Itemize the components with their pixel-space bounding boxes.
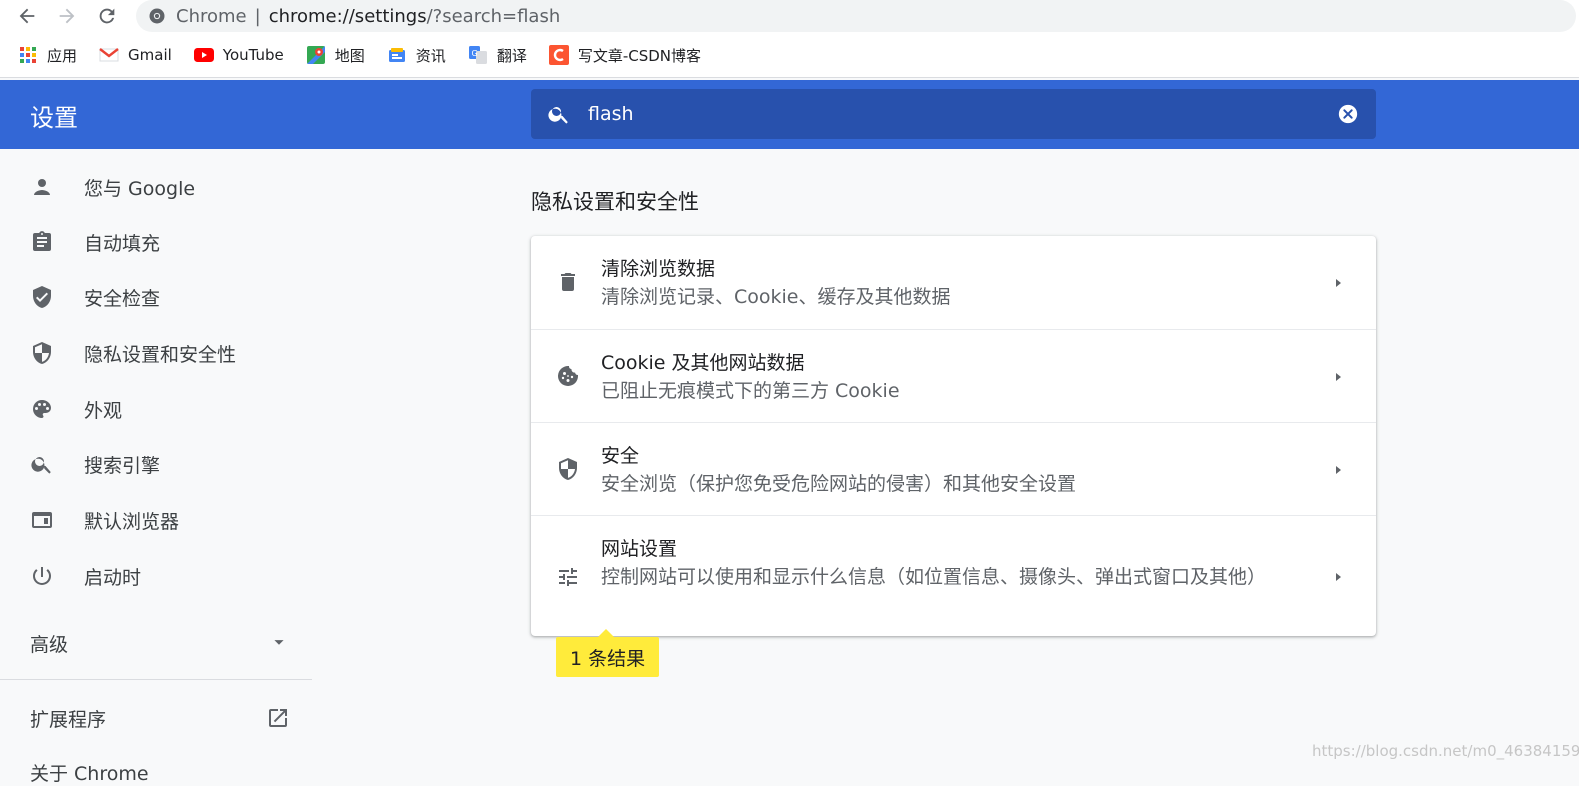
clear-search-icon[interactable] xyxy=(1337,103,1359,125)
sidebar-item-appearance[interactable]: 外观 xyxy=(0,384,312,434)
reload-button[interactable] xyxy=(94,4,120,28)
sidebar-item-label: 安全检查 xyxy=(84,287,161,310)
settings-search-box[interactable] xyxy=(531,89,1376,139)
shield-check-icon xyxy=(33,286,51,308)
settings-search-input[interactable] xyxy=(588,103,1337,125)
search-result-badge: 1 条结果 xyxy=(556,629,660,677)
bookmark-news[interactable]: 资讯 xyxy=(387,45,446,66)
sidebar-item-label: 默认浏览器 xyxy=(84,510,180,533)
caret-down-icon xyxy=(274,640,284,645)
youtube-icon xyxy=(193,45,214,65)
translate-icon: G xyxy=(468,45,488,65)
chevron-right-icon xyxy=(1336,279,1341,287)
power-icon xyxy=(33,567,51,585)
chrome-icon xyxy=(149,8,165,24)
palette-icon xyxy=(33,400,51,418)
extensions-label: 扩展程序 xyxy=(30,709,107,731)
sidebar-item-safety-check[interactable]: 安全检查 xyxy=(0,272,312,322)
sidebar-advanced-toggle[interactable]: 高级 xyxy=(0,617,312,667)
bookmark-gmail[interactable]: Gmail xyxy=(99,45,172,65)
row-subtitle: 安全浏览（保护您免受危险网站的侵害）和其他安全设置 xyxy=(601,473,1077,495)
bookmark-label: YouTube xyxy=(222,46,284,64)
bookmark-label: Gmail xyxy=(128,46,172,64)
address-separator: | xyxy=(254,5,261,27)
row-title: Cookie 及其他网站数据 xyxy=(601,352,805,374)
bookmark-label: 资讯 xyxy=(415,46,446,65)
privacy-settings-card: 清除浏览数据 清除浏览记录、Cookie、缓存及其他数据 Cookie 及其他网… xyxy=(531,236,1376,636)
search-icon xyxy=(548,107,568,124)
row-title: 网站设置 xyxy=(601,538,678,560)
settings-row-security[interactable]: 安全 安全浏览（保护您免受危险网站的侵害）和其他安全设置 xyxy=(531,422,1376,515)
gmail-icon xyxy=(99,45,119,65)
arrow-right-icon xyxy=(59,8,75,24)
sidebar-item-privacy[interactable]: 隐私设置和安全性 xyxy=(0,328,312,378)
tune-icon xyxy=(559,568,577,586)
sidebar-item-label: 您与 Google xyxy=(84,177,196,200)
section-title: 隐私设置和安全性 xyxy=(531,190,699,214)
settings-row-site-settings[interactable]: 网站设置 控制网站可以使用和显示什么信息（如位置信息、摄像头、弹出式窗口及其他） xyxy=(531,515,1376,636)
settings-row-clear-browsing-data[interactable]: 清除浏览数据 清除浏览记录、Cookie、缓存及其他数据 xyxy=(531,236,1376,329)
bookmark-csdn[interactable]: 写文章-CSDN博客 xyxy=(548,45,702,66)
sidebar-item-autofill[interactable]: 自动填充 xyxy=(0,217,312,267)
watermark: https://blog.csdn.net/m0_46384159 xyxy=(1312,742,1579,760)
sidebar-item-about-chrome[interactable]: 关于 Chrome xyxy=(30,759,149,786)
back-button[interactable] xyxy=(14,4,40,28)
trash-icon xyxy=(561,273,575,291)
sidebar-item-extensions[interactable]: 扩展程序 xyxy=(0,694,312,744)
row-title: 清除浏览数据 xyxy=(601,258,716,280)
address-url-rest: /?search=flash xyxy=(426,5,561,27)
advanced-label: 高级 xyxy=(30,634,69,656)
svg-text:G: G xyxy=(471,49,477,58)
arrow-left-icon xyxy=(19,8,35,24)
settings-sidebar: 您与 Google 自动填充 安全检查 隐私设置和安全性 外观 搜索引擎 默认浏… xyxy=(0,149,312,785)
sidebar-item-label: 启动时 xyxy=(84,566,142,589)
row-subtitle: 控制网站可以使用和显示什么信息（如位置信息、摄像头、弹出式窗口及其他） xyxy=(601,566,1267,588)
maps-icon xyxy=(306,45,326,65)
bookmarks-bar: 应用 Gmail YouTube 地图 资讯 G 翻译 写文章-CSDN博客 xyxy=(0,33,1579,78)
row-title: 安全 xyxy=(601,445,640,467)
chevron-right-icon xyxy=(1336,466,1341,474)
sidebar-item-label: 外观 xyxy=(84,399,123,422)
clipboard-icon xyxy=(33,231,51,251)
address-scheme-label: Chrome xyxy=(176,5,247,27)
chevron-right-icon xyxy=(1336,573,1341,581)
browser-window-icon xyxy=(32,512,52,528)
row-subtitle: 已阻止无痕模式下的第三方 Cookie xyxy=(601,380,900,402)
news-icon xyxy=(387,45,407,65)
address-url-host: chrome://settings xyxy=(268,5,427,27)
sidebar-item-default-browser[interactable]: 默认浏览器 xyxy=(0,495,312,545)
bookmark-translate[interactable]: G 翻译 xyxy=(468,45,527,66)
sidebar-item-search-engine[interactable]: 搜索引擎 xyxy=(0,439,312,489)
bookmark-label: 写文章-CSDN博客 xyxy=(577,46,702,65)
page-title: 设置 xyxy=(30,104,78,132)
search-icon xyxy=(31,457,51,474)
settings-header: 设置 xyxy=(0,80,1579,149)
shield-half-icon xyxy=(33,342,51,364)
cookie-icon xyxy=(558,365,579,386)
csdn-icon xyxy=(548,45,569,65)
sidebar-item-label: 隐私设置和安全性 xyxy=(84,343,237,366)
settings-row-cookies[interactable]: Cookie 及其他网站数据 已阻止无痕模式下的第三方 Cookie xyxy=(531,329,1376,422)
apps-grid-icon xyxy=(18,45,38,65)
bookmark-apps[interactable]: 应用 xyxy=(18,45,77,66)
shield-half-icon xyxy=(559,458,577,480)
bookmark-label: 应用 xyxy=(47,46,78,65)
row-subtitle: 清除浏览记录、Cookie、缓存及其他数据 xyxy=(601,286,951,308)
browser-toolbar: Chrome | chrome://settings /?search=flas… xyxy=(0,0,1579,33)
person-icon xyxy=(34,179,50,195)
bookmark-label: 地图 xyxy=(334,46,365,65)
forward-button[interactable] xyxy=(54,4,80,28)
open-in-new-icon xyxy=(269,709,287,727)
reload-icon xyxy=(99,8,115,24)
sidebar-item-you-and-google[interactable]: 您与 Google xyxy=(0,162,312,212)
sidebar-item-label: 搜索引擎 xyxy=(84,454,161,477)
bookmark-youtube[interactable]: YouTube xyxy=(193,45,284,65)
sidebar-divider xyxy=(0,679,312,680)
bookmark-maps[interactable]: 地图 xyxy=(306,45,365,66)
chevron-right-icon xyxy=(1336,373,1341,381)
sidebar-item-label: 自动填充 xyxy=(84,232,161,255)
address-bar[interactable]: Chrome | chrome://settings /?search=flas… xyxy=(136,0,1576,32)
sidebar-item-on-startup[interactable]: 启动时 xyxy=(0,551,312,601)
bookmark-label: 翻译 xyxy=(496,46,527,65)
